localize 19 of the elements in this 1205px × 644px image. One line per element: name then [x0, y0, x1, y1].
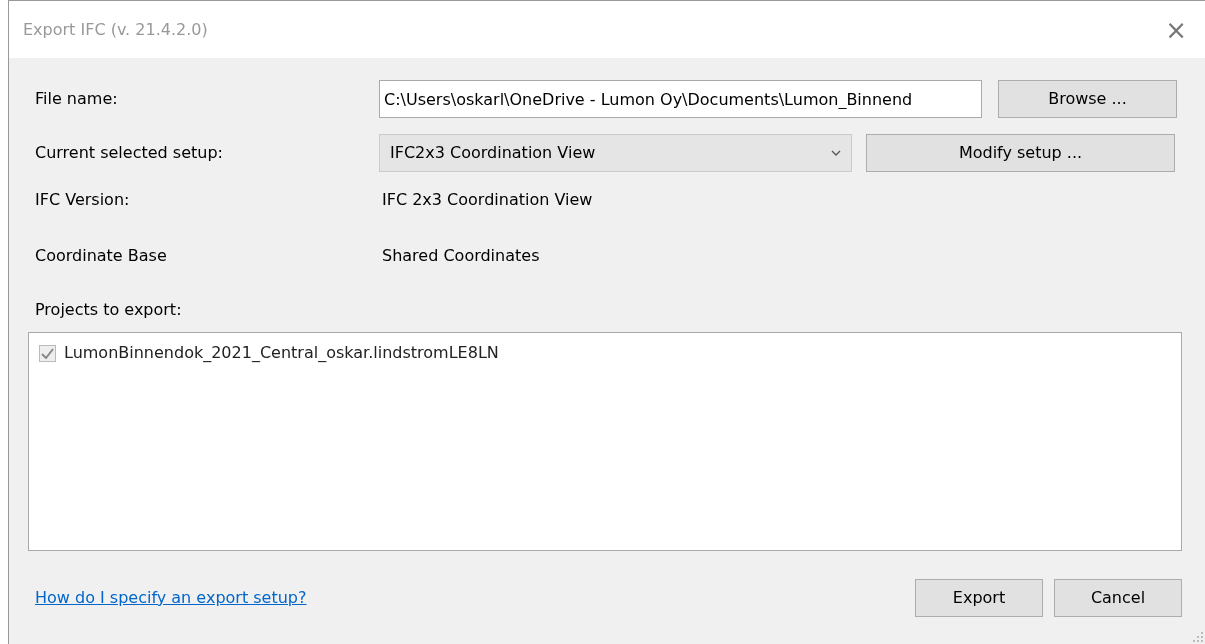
dialog-button[interactable]: Cancel [1054, 579, 1182, 617]
resize-grip-icon[interactable] [1193, 632, 1203, 642]
file-name-field[interactable]: C:\Users\oskarl\OneDrive - Lumon Oy\Documents\Lumon_Binnend [379, 80, 982, 118]
help-link[interactable]: How do I specify an export setup? [35, 586, 307, 610]
field-label: Current selected setup: [34, 142, 224, 164]
project-name: LumonBinnendok_2021_Central_oskar.lindstromLE8LN [64, 342, 499, 364]
window-title: Export IFC (v. 21.4.2.0) [23, 18, 208, 41]
info-label: Coordinate Base [34, 245, 168, 267]
browse-button[interactable]: Browse ... [998, 80, 1177, 118]
close-button[interactable]: × [1161, 16, 1191, 43]
dialog-button[interactable]: Export [915, 579, 1043, 617]
info-value: IFC 2x3 Coordination View [381, 189, 593, 211]
field-label: File name: [34, 88, 119, 110]
modify-setup-button[interactable]: Modify setup ... [866, 134, 1175, 172]
section-label: Projects to export: [34, 299, 183, 321]
info-label: IFC Version: [34, 189, 131, 211]
info-value: Shared Coordinates [381, 245, 540, 267]
setup-dropdown[interactable]: IFC2x3 Coordination View [379, 134, 852, 172]
chevron-down-icon [831, 150, 841, 156]
